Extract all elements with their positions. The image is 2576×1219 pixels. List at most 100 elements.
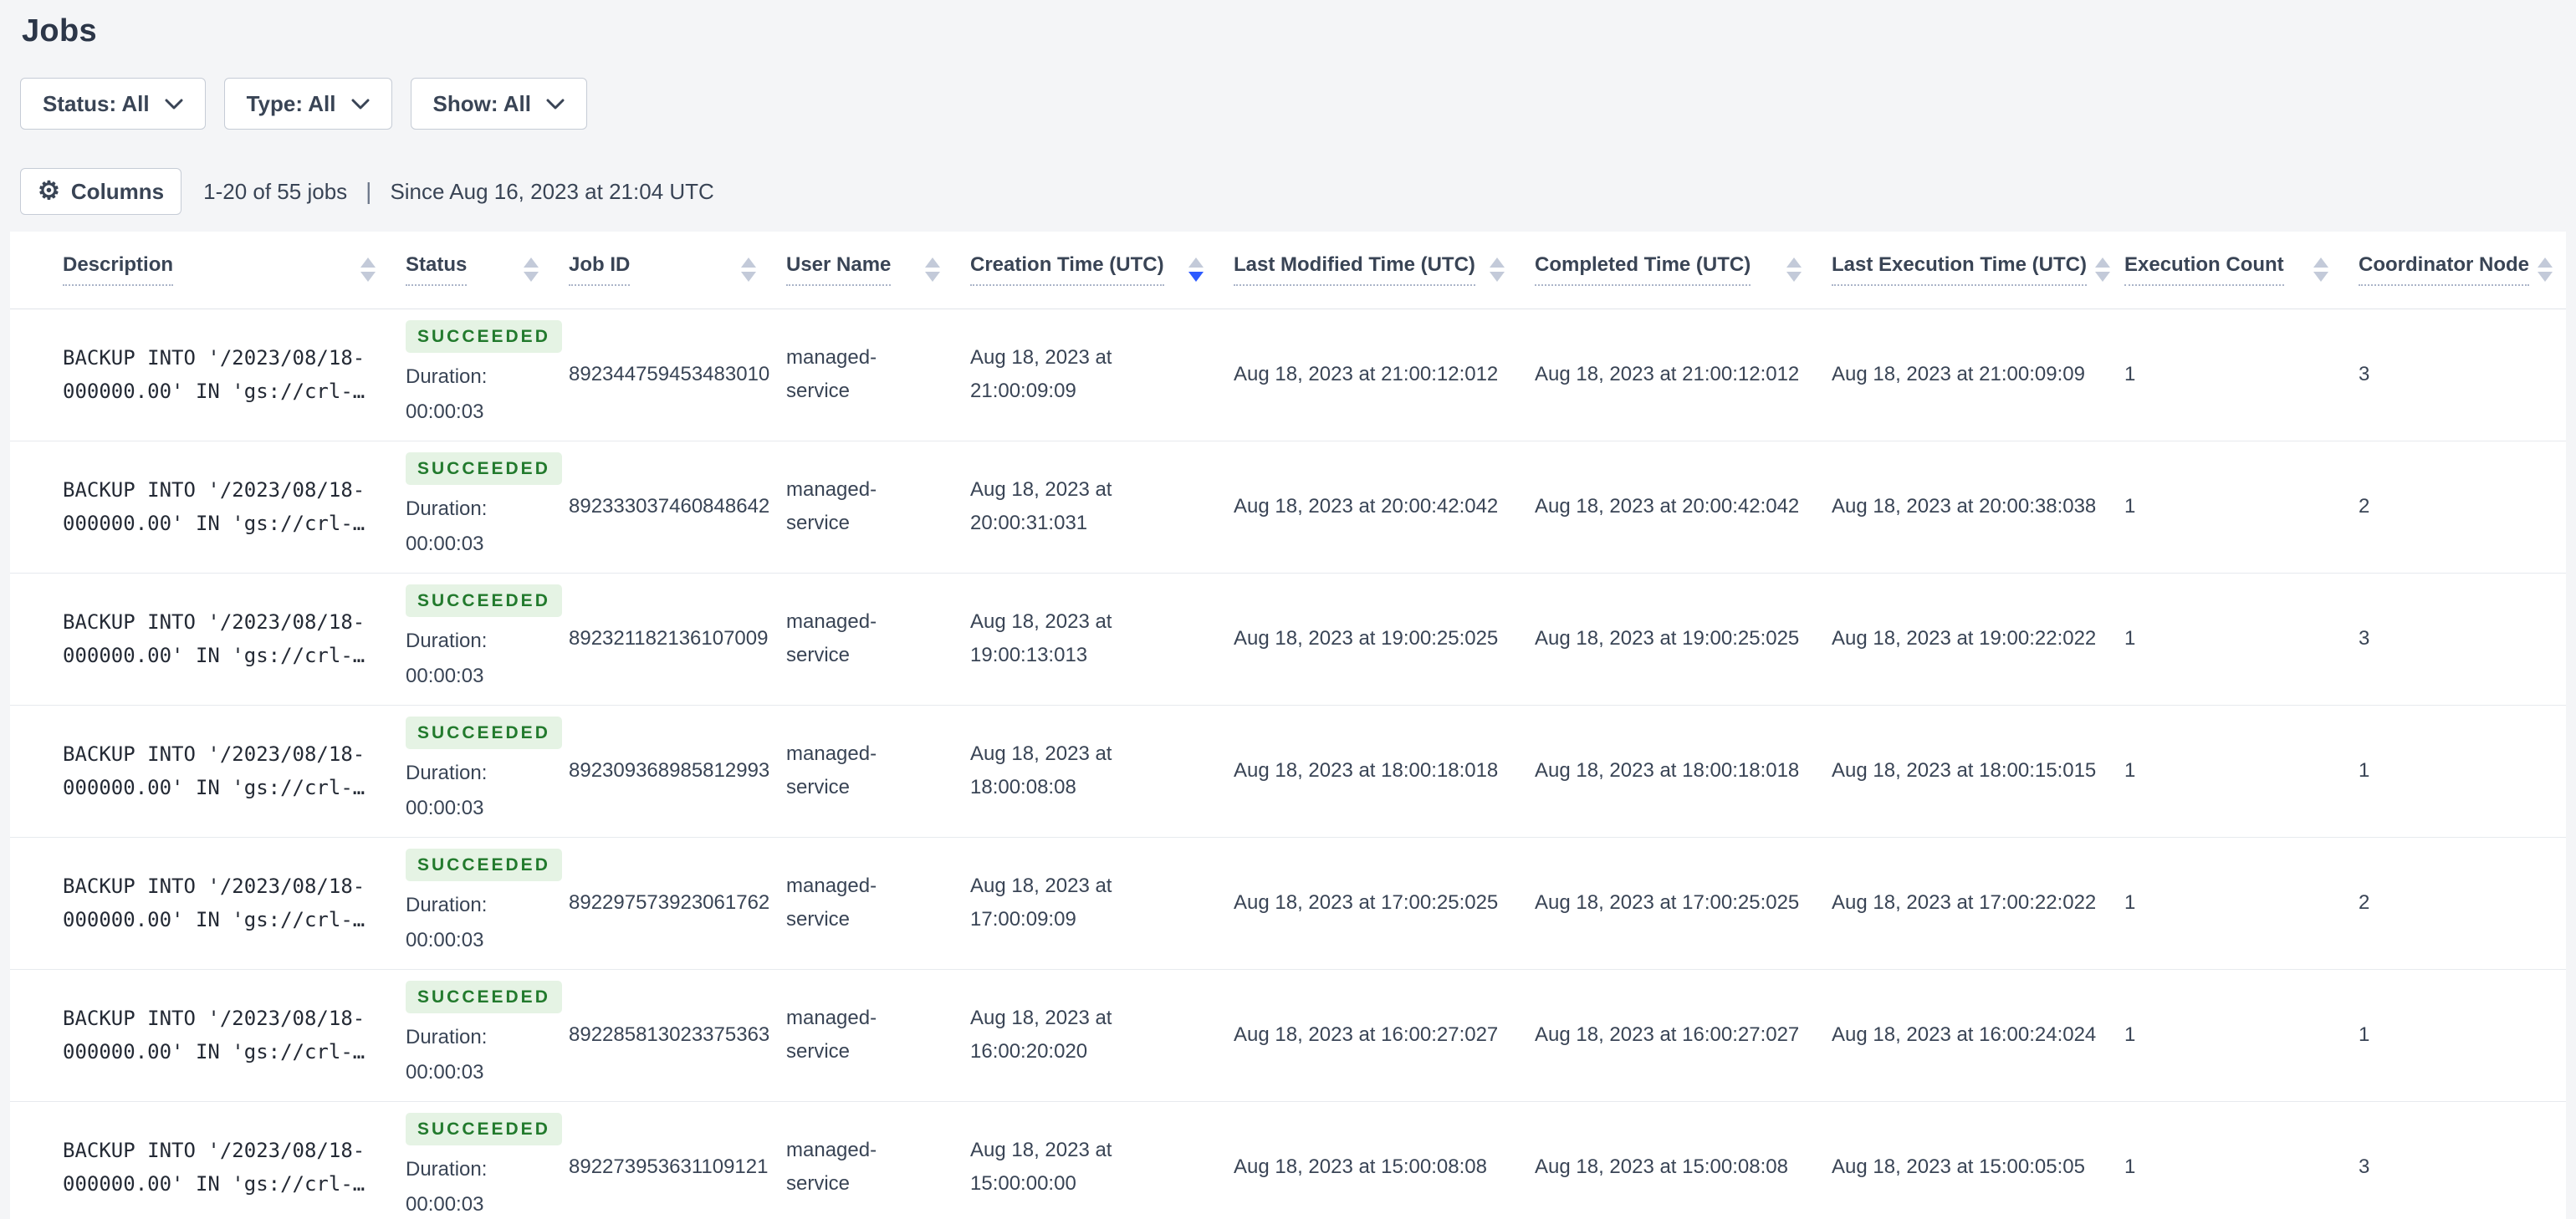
cell-last-modified-time: Aug 18, 2023 at 19:00:25:025 (1234, 573, 1535, 706)
chevron-down-icon (351, 99, 370, 110)
column-header-description[interactable]: Description (10, 232, 406, 309)
show-filter-dropdown[interactable]: Show: All (410, 78, 587, 130)
cell-description: BACKUP INTO '/2023/08/18- 000000.00' IN … (10, 441, 406, 574)
cell-status: SUCCEEDED Duration: 00:00:03 (406, 837, 569, 970)
cell-description: BACKUP INTO '/2023/08/18- 000000.00' IN … (10, 309, 406, 441)
description-line1: BACKUP INTO '/2023/08/18- (63, 1139, 365, 1162)
description-line2: 000000.00' IN 'gs://crl-… (63, 1040, 365, 1063)
status-badge: SUCCEEDED (406, 319, 562, 353)
cell-user-name: managed-service (786, 309, 970, 441)
sort-up-icon (2094, 258, 2110, 268)
columns-button-label: Columns (70, 178, 165, 204)
duration-value: 00:00:03 (406, 928, 484, 951)
status-filter-dropdown[interactable]: Status: All (20, 78, 206, 130)
cell-creation-time: Aug 18, 2023 at 16:00:20:020 (970, 969, 1234, 1102)
cell-coordinator-node: 3 (2359, 573, 2566, 706)
sort-arrows-icon (2094, 258, 2110, 283)
cell-status: SUCCEEDED Duration: 00:00:03 (406, 309, 569, 441)
cell-status: SUCCEEDED Duration: 00:00:03 (406, 573, 569, 706)
creation-time: Aug 18, 2023 at 20:00:31:031 (970, 478, 1112, 534)
description-line1: BACKUP INTO '/2023/08/18- (63, 610, 365, 634)
sort-arrows-icon (524, 258, 539, 283)
cell-last-modified-time: Aug 18, 2023 at 20:00:42:042 (1234, 441, 1535, 574)
sort-down-icon (1188, 272, 1204, 283)
table-toolbar: ⚙ Columns 1-20 of 55 jobs | Since Aug 16… (20, 168, 2576, 215)
cell-creation-time: Aug 18, 2023 at 18:00:08:08 (970, 705, 1234, 838)
column-header-creation-time-utc[interactable]: Creation Time (UTC) (970, 232, 1234, 309)
status-badge: SUCCEEDED (406, 1112, 562, 1145)
duration-value: 00:00:03 (406, 400, 484, 423)
results-summary: 1-20 of 55 jobs | Since Aug 16, 2023 at … (203, 178, 714, 205)
sort-arrows-icon (1490, 258, 1505, 283)
cell-coordinator-node: 2 (2359, 837, 2566, 970)
column-header-job-id[interactable]: Job ID (569, 232, 786, 309)
divider: | (365, 178, 372, 204)
cell-execution-count: 1 (2124, 309, 2359, 441)
description-line2: 000000.00' IN 'gs://crl-… (63, 908, 365, 931)
column-header-status[interactable]: Status (406, 232, 569, 309)
cell-job-id: 892273953631109121 (569, 1101, 786, 1219)
column-header-user-name[interactable]: User Name (786, 232, 970, 309)
sort-down-icon (360, 272, 376, 283)
cell-description: BACKUP INTO '/2023/08/18- 000000.00' IN … (10, 837, 406, 970)
description-line2: 000000.00' IN 'gs://crl-… (63, 380, 365, 403)
duration-value: 00:00:03 (406, 1060, 484, 1084)
sort-down-icon (741, 272, 756, 283)
cell-status: SUCCEEDED Duration: 00:00:03 (406, 1101, 569, 1219)
cell-coordinator-node: 2 (2359, 441, 2566, 574)
sort-up-icon (2538, 258, 2553, 268)
show-filter-label: Show: All (432, 90, 531, 116)
duration-value: 00:00:03 (406, 1192, 484, 1216)
column-header-execution-count[interactable]: Execution Count (2124, 232, 2359, 309)
sort-up-icon (925, 258, 940, 268)
description-line1: BACKUP INTO '/2023/08/18- (63, 346, 365, 370)
cell-user-name: managed-service (786, 573, 970, 706)
since-timestamp: Since Aug 16, 2023 at 21:04 UTC (390, 178, 714, 204)
cell-completed-time: Aug 18, 2023 at 21:00:12:012 (1535, 309, 1832, 441)
description-line1: BACKUP INTO '/2023/08/18- (63, 478, 365, 502)
cell-creation-time: Aug 18, 2023 at 17:00:09:09 (970, 837, 1234, 970)
duration-label: Duration: (406, 1025, 488, 1048)
column-header-label: Coordinator Node (2359, 253, 2529, 287)
duration-label: Duration: (406, 629, 488, 652)
cell-user-name: managed-service (786, 837, 970, 970)
table-row: BACKUP INTO '/2023/08/18- 000000.00' IN … (10, 441, 2566, 574)
table-row: BACKUP INTO '/2023/08/18- 000000.00' IN … (10, 969, 2566, 1102)
cell-user-name: managed-service (786, 705, 970, 838)
filter-bar: Status: All Type: All Show: All (20, 78, 2576, 130)
user-name: managed-service (786, 610, 877, 666)
table-row: BACKUP INTO '/2023/08/18- 000000.00' IN … (10, 1101, 2566, 1219)
cell-creation-time: Aug 18, 2023 at 15:00:00:00 (970, 1101, 1234, 1219)
columns-button[interactable]: ⚙ Columns (20, 168, 182, 215)
sort-up-icon (1490, 258, 1505, 268)
cell-job-id: 892333037460848642 (569, 441, 786, 574)
status-badge: SUCCEEDED (406, 584, 562, 617)
sort-down-icon (524, 272, 539, 283)
table-row: BACKUP INTO '/2023/08/18- 000000.00' IN … (10, 705, 2566, 838)
sort-up-icon (360, 258, 376, 268)
cell-completed-time: Aug 18, 2023 at 15:00:08:08 (1535, 1101, 1832, 1219)
cell-last-modified-time: Aug 18, 2023 at 15:00:08:08 (1234, 1101, 1535, 1219)
cell-execution-count: 1 (2124, 705, 2359, 838)
jobs-table-card: Description Status Job ID User Name Crea… (10, 232, 2566, 1219)
cell-completed-time: Aug 18, 2023 at 17:00:25:025 (1535, 837, 1832, 970)
cell-job-id: 892344759453483010 (569, 309, 786, 441)
cell-description: BACKUP INTO '/2023/08/18- 000000.00' IN … (10, 1101, 406, 1219)
description-line1: BACKUP INTO '/2023/08/18- (63, 875, 365, 898)
duration-value: 00:00:03 (406, 664, 484, 687)
column-header-last-execution-time-utc[interactable]: Last Execution Time (UTC) (1832, 232, 2124, 309)
column-header-coordinator-node[interactable]: Coordinator Node (2359, 232, 2566, 309)
cell-description: BACKUP INTO '/2023/08/18- 000000.00' IN … (10, 705, 406, 838)
chevron-down-icon (546, 99, 565, 110)
cell-execution-count: 1 (2124, 573, 2359, 706)
type-filter-dropdown[interactable]: Type: All (223, 78, 392, 130)
cell-creation-time: Aug 18, 2023 at 19:00:13:013 (970, 573, 1234, 706)
sort-arrows-icon (2313, 258, 2328, 283)
column-header-label: Last Execution Time (UTC) (1832, 253, 2087, 287)
description-line1: BACKUP INTO '/2023/08/18- (63, 1007, 365, 1030)
duration-value: 00:00:03 (406, 532, 484, 555)
column-header-last-modified-time-utc[interactable]: Last Modified Time (UTC) (1234, 232, 1535, 309)
description-line2: 000000.00' IN 'gs://crl-… (63, 512, 365, 535)
column-header-completed-time-utc[interactable]: Completed Time (UTC) (1535, 232, 1832, 309)
user-name: managed-service (786, 478, 877, 534)
